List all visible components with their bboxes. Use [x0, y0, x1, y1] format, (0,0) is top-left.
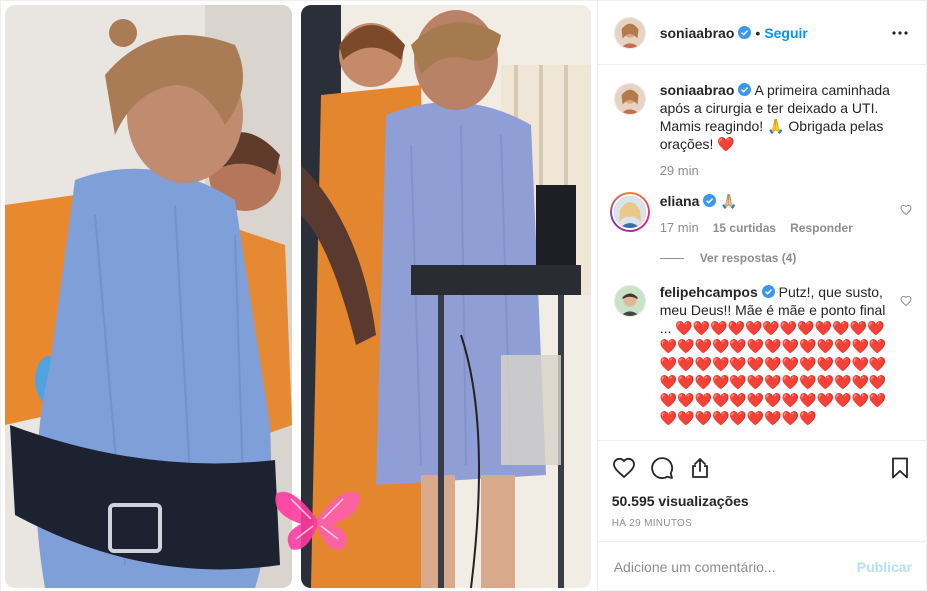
comments-list[interactable]: soniaabrao A primeira caminhada após a c… — [598, 65, 926, 440]
comment-time: 17 min — [659, 220, 699, 235]
add-comment-bar: Publicar — [597, 541, 926, 591]
like-comment-heart-icon[interactable] — [900, 295, 912, 307]
photo-left — [5, 5, 292, 588]
view-replies-button[interactable]: Ver respostas (4) — [659, 249, 892, 267]
comment-input[interactable] — [613, 559, 857, 575]
replies-divider — [659, 257, 684, 259]
post-side-panel: soniaabrao • Seguir soniaabrao A primeir… — [596, 1, 926, 591]
comment-item: eliana 🙏🏼 17 min 15 curtidas Responder V… — [609, 192, 912, 267]
post-media[interactable] — [1, 1, 597, 591]
heart-icon[interactable] — [612, 456, 636, 480]
views-count[interactable]: 50.595 visualizações — [612, 493, 912, 509]
header-username[interactable]: soniaabrao — [660, 25, 735, 41]
share-icon[interactable] — [688, 456, 712, 480]
verified-icon — [761, 285, 775, 298]
post-timestamp: HÁ 29 MINUTOS — [611, 518, 693, 529]
separator-dot: • — [755, 24, 761, 41]
publish-button[interactable]: Publicar — [857, 559, 912, 575]
post-header: soniaabrao • Seguir — [597, 1, 926, 65]
verified-icon — [703, 194, 717, 207]
butterfly-watermark-icon — [275, 491, 360, 550]
story-ring[interactable] — [609, 192, 650, 232]
verified-icon — [738, 83, 752, 96]
caption-username[interactable]: soniaabrao — [660, 82, 735, 98]
comment-text: 🙏🏼 — [720, 193, 738, 209]
avatar[interactable] — [611, 194, 648, 230]
comment-likes[interactable]: 15 curtidas — [713, 219, 776, 237]
avatar[interactable] — [613, 285, 646, 317]
comment-username[interactable]: felipehcampos — [660, 284, 758, 300]
comment-text: Putz!, que susto, meu Deus!! Mãe é mãe e… — [659, 284, 887, 426]
like-comment-heart-icon[interactable] — [900, 204, 912, 216]
follow-button[interactable]: Seguir — [764, 25, 808, 41]
caption-time: 29 min — [659, 163, 699, 178]
reply-button[interactable]: Responder — [790, 219, 853, 237]
comment-item: felipehcampos Putz!, que susto, meu Deus… — [613, 283, 912, 427]
instagram-post: soniaabrao • Seguir soniaabrao A primeir… — [0, 0, 927, 591]
avatar[interactable] — [613, 16, 646, 49]
comment-icon[interactable] — [650, 456, 674, 480]
bookmark-icon[interactable] — [888, 456, 912, 480]
view-replies-label: Ver respostas (4) — [699, 251, 797, 265]
avatar[interactable] — [613, 83, 646, 115]
comment-username[interactable]: eliana — [660, 193, 700, 209]
verified-icon — [738, 26, 752, 39]
ellipsis-icon[interactable] — [888, 21, 912, 45]
caption: soniaabrao A primeira caminhada após a c… — [613, 81, 912, 180]
